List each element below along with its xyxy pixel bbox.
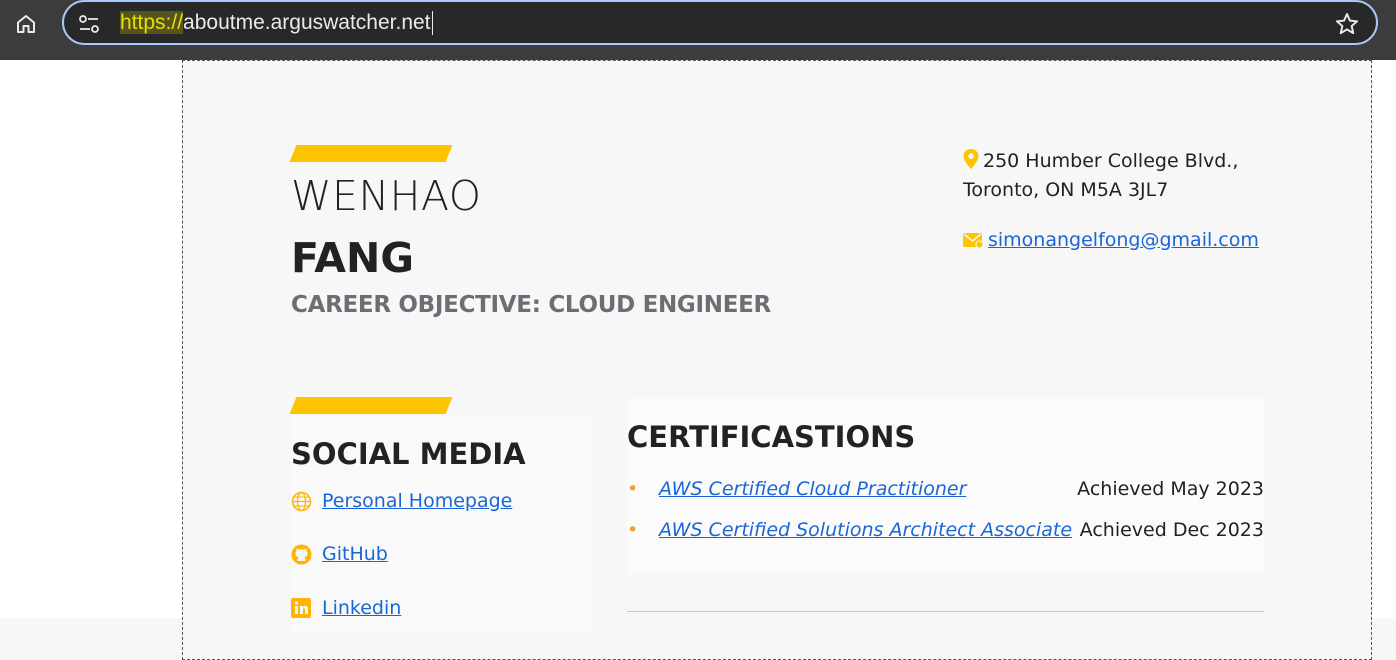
map-pin-icon [963,149,979,169]
social-accent-bar [289,397,453,414]
list-item: • AWS Certified Cloud Practitioner Achie… [627,478,1264,506]
page-margin-right [1373,60,1396,618]
list-item: • AWS Certified Solutions Architect Asso… [627,519,1264,547]
home-icon [17,15,35,33]
social-link-github[interactable]: GitHub [291,543,388,565]
github-icon [291,544,312,565]
section-divider [627,611,1264,612]
linkedin-icon [291,597,312,619]
text-caret [431,11,433,36]
globe-icon [291,491,312,512]
address-bar[interactable]: https://aboutme.arguswatcher.net [62,0,1378,45]
email-link[interactable]: simonangelfong@gmail.com [988,229,1259,251]
bullet-icon: • [627,478,639,500]
bookmark-star-icon[interactable] [1334,11,1360,37]
email-row: simonangelfong@gmail.com [963,229,1259,251]
social-link-label[interactable]: GitHub [322,543,388,565]
first-name: WENHAO [291,172,482,220]
certification-date: Achieved May 2023 [1077,478,1264,500]
envelope-icon [963,233,984,249]
certification-link[interactable]: AWS Certified Cloud Practitioner [659,478,966,500]
home-button[interactable] [10,10,42,38]
social-media-heading: SOCIAL MEDIA [291,437,526,471]
address-block: 250 Humber College Blvd., Toronto, ON M5… [963,147,1238,205]
bullet-icon: • [627,519,639,541]
url-host: aboutme.arguswatcher.net [183,11,431,34]
address-line-1: 250 Humber College Blvd., [983,150,1239,172]
certifications-heading: CERTIFICASTIONS [627,420,916,454]
address-line-2: Toronto, ON M5A 3JL7 [963,179,1169,201]
url-field[interactable]: https://aboutme.arguswatcher.net [120,11,433,36]
social-link-linkedin[interactable]: Linkedin [291,597,401,619]
social-link-label[interactable]: Personal Homepage [322,490,512,512]
last-name: FANG [291,234,414,282]
browser-toolbar: https://aboutme.arguswatcher.net [0,0,1396,60]
page-margin-left [0,60,182,618]
url-scheme: https:// [120,11,184,34]
social-link-homepage[interactable]: Personal Homepage [291,490,512,512]
certification-link[interactable]: AWS Certified Solutions Architect Associ… [659,519,1072,541]
site-settings-icon[interactable] [78,14,100,34]
header-accent-bar [289,145,453,162]
career-objective: CAREER OBJECTIVE: CLOUD ENGINEER [291,292,771,318]
certification-date: Achieved Dec 2023 [1079,519,1264,541]
social-link-label[interactable]: Linkedin [322,597,401,619]
